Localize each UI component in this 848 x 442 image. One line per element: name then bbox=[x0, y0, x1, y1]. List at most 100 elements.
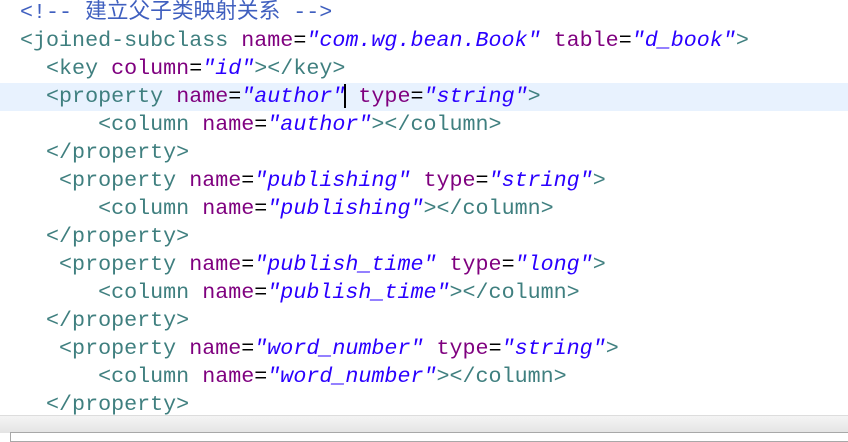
attribute-name: table bbox=[553, 28, 619, 53]
attribute-value: "word_number" bbox=[267, 364, 437, 389]
xml-tag: ></column> bbox=[449, 280, 580, 305]
attribute-name: name bbox=[176, 84, 229, 109]
code-line[interactable]: </property> bbox=[20, 139, 189, 167]
equals-sign: = bbox=[241, 168, 255, 193]
xml-tag: ></column> bbox=[436, 364, 567, 389]
attribute-value: "id" bbox=[202, 56, 255, 81]
xml-tag: <property bbox=[59, 168, 177, 193]
xml-tag: > bbox=[527, 84, 541, 109]
code-line[interactable]: </property> bbox=[20, 391, 189, 415]
xml-tag: </property> bbox=[46, 392, 190, 415]
xml-tag: </property> bbox=[46, 308, 190, 333]
attribute-value: "com.wg.bean.Book" bbox=[306, 28, 541, 53]
xml-tag: ></column> bbox=[423, 196, 554, 221]
attribute-name: name bbox=[189, 168, 242, 193]
xml-tag: <key bbox=[46, 56, 99, 81]
attribute-value: "string" bbox=[488, 168, 593, 193]
code-line[interactable]: <property name="publish_time" type="long… bbox=[20, 251, 606, 279]
equals-sign: = bbox=[254, 196, 268, 221]
xml-tag: <property bbox=[59, 336, 177, 361]
attribute-value: "string" bbox=[423, 84, 528, 109]
code-line[interactable]: <column name="publishing"></column> bbox=[20, 195, 554, 223]
attribute-value: "author" bbox=[267, 112, 372, 137]
code-line[interactable]: <property name="publishing" type="string… bbox=[20, 167, 606, 195]
bottom-panel bbox=[10, 432, 848, 442]
code-line[interactable]: <column name="publish_time"></column> bbox=[20, 279, 580, 307]
equals-sign: = bbox=[254, 364, 268, 389]
xml-tag: <joined-subclass bbox=[20, 28, 229, 53]
xml-tag: ></key> bbox=[254, 56, 346, 81]
code-line[interactable]: <property name="word_number" type="strin… bbox=[20, 335, 619, 363]
xml-tag: > bbox=[735, 28, 749, 53]
xml-tag: <column bbox=[98, 196, 190, 221]
attribute-name: name bbox=[202, 280, 255, 305]
xml-tag: <column bbox=[98, 280, 190, 305]
xml-tag: <property bbox=[59, 252, 177, 277]
xml-tag: <column bbox=[98, 364, 190, 389]
equals-sign: = bbox=[293, 28, 307, 53]
attribute-value: "publish_time" bbox=[267, 280, 450, 305]
attribute-name: name bbox=[202, 196, 255, 221]
attribute-name: name bbox=[241, 28, 294, 53]
code-line[interactable]: </property> bbox=[20, 223, 189, 251]
attribute-name: column bbox=[111, 56, 190, 81]
code-line[interactable]: <column name="word_number"></column> bbox=[20, 363, 567, 391]
code-line[interactable]: <column name="author"></column> bbox=[20, 111, 502, 139]
code-line[interactable]: <key column="id"></key> bbox=[20, 55, 345, 83]
equals-sign: = bbox=[410, 84, 424, 109]
attribute-name: type bbox=[436, 336, 489, 361]
xml-tag: ></column> bbox=[371, 112, 502, 137]
equals-sign: = bbox=[189, 56, 203, 81]
code-editor[interactable]: <!-- 建立父子类映射关系 --> <joined-subclass name=… bbox=[0, 0, 848, 415]
equals-sign: = bbox=[254, 280, 268, 305]
attribute-name: name bbox=[202, 112, 255, 137]
code-line[interactable]: </property> bbox=[20, 307, 189, 335]
attribute-value: "publish_time" bbox=[254, 252, 437, 277]
horizontal-scrollbar[interactable] bbox=[0, 415, 848, 433]
attribute-value: "publishing" bbox=[254, 168, 411, 193]
code-line[interactable]: <joined-subclass name="com.wg.bean.Book"… bbox=[20, 27, 749, 55]
attribute-name: type bbox=[358, 84, 411, 109]
xml-tag: > bbox=[605, 336, 619, 361]
equals-sign: = bbox=[228, 84, 242, 109]
attribute-name: name bbox=[202, 364, 255, 389]
attribute-value: "publishing" bbox=[267, 196, 424, 221]
attribute-value: "long" bbox=[514, 252, 593, 277]
attribute-value: "d_book" bbox=[631, 28, 736, 53]
equals-sign: = bbox=[241, 252, 255, 277]
attribute-name: name bbox=[189, 336, 242, 361]
xml-tag: </property> bbox=[46, 140, 190, 165]
xml-tag: <column bbox=[98, 112, 190, 137]
xml-tag: <property bbox=[46, 84, 164, 109]
xml-tag: </property> bbox=[46, 224, 190, 249]
equals-sign: = bbox=[241, 336, 255, 361]
attribute-value: "author" bbox=[241, 84, 346, 109]
code-line[interactable]: <!-- 建立父子类映射关系 --> bbox=[20, 0, 332, 27]
code-line[interactable]: <property name="author" type="string"> bbox=[20, 83, 541, 111]
attribute-name: type bbox=[449, 252, 502, 277]
equals-sign: = bbox=[618, 28, 632, 53]
